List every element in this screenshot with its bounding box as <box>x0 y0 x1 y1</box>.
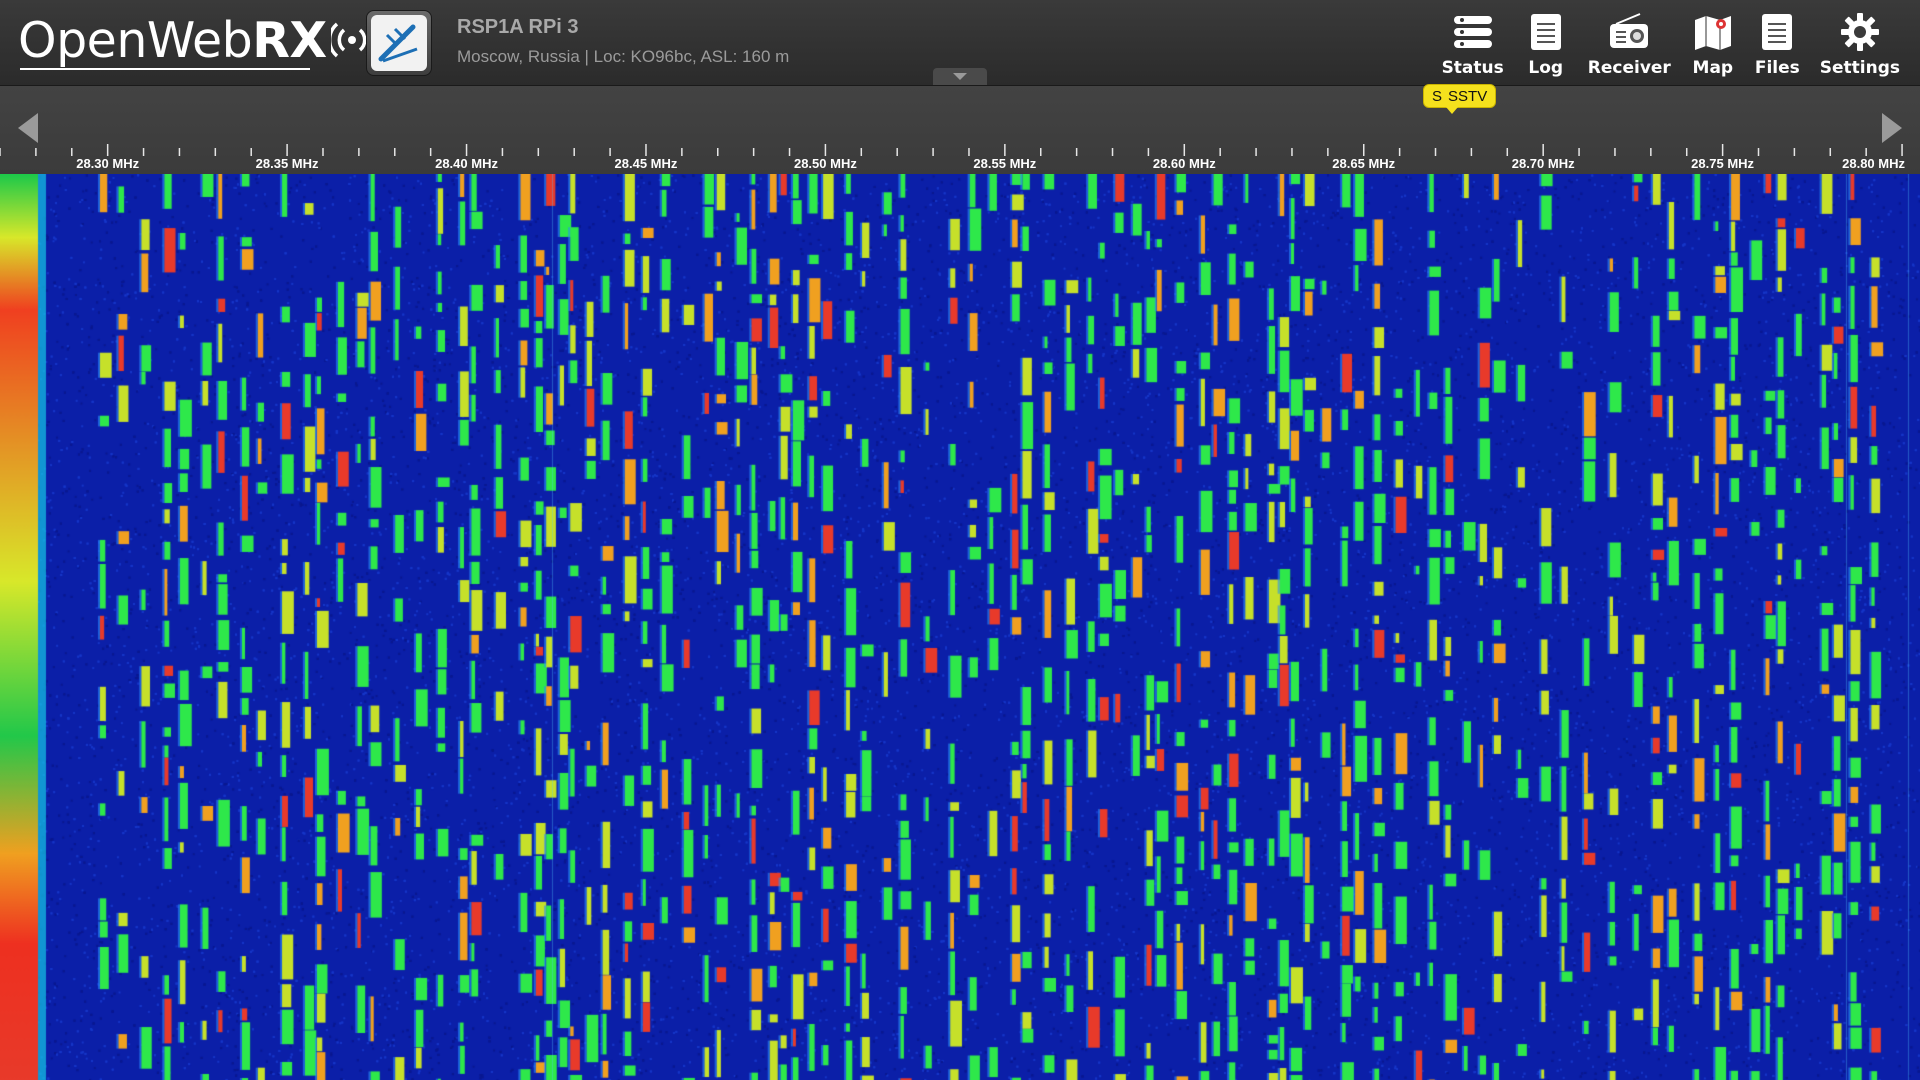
antenna-icon <box>378 24 418 63</box>
frequency-ticks: 28.30 MHz 28.35 MHz 28.40 MHz 28.45 MHz 28.5… <box>0 144 1905 171</box>
receiver-avatar[interactable] <box>366 10 432 76</box>
settings-icon <box>1840 13 1879 51</box>
nav-files-button[interactable]: Files <box>1745 6 1810 82</box>
nav-receiver-label: Receiver <box>1587 58 1671 78</box>
nav-map-label: Map <box>1692 58 1734 78</box>
bookmark-label: SSTV <box>1448 87 1488 105</box>
frequency-label: 28.30 MHz <box>76 156 139 171</box>
receiver-icon <box>1610 13 1649 48</box>
receiver-name: RSP1A RPi 3 <box>457 16 579 38</box>
bookmark-prefix: S <box>1432 87 1443 105</box>
receiver-description: Moscow, Russia | Loc: KO96bc, ASL: 160 m <box>457 47 790 66</box>
map-icon <box>1694 16 1731 50</box>
frequency-label: 28.35 MHz <box>256 156 319 171</box>
nav-status-button[interactable]: Status <box>1432 6 1514 82</box>
frequency-label: 28.40 MHz <box>435 156 498 171</box>
main-navigation: Status Log Receiver Map Files Settings <box>1432 6 1910 82</box>
log-icon <box>1530 14 1561 50</box>
frequency-label: 28.65 MHz <box>1332 156 1395 171</box>
frequency-label: 28.80 MHz <box>1842 156 1905 171</box>
nav-log-button[interactable]: Log <box>1514 6 1578 82</box>
nav-log-label: Log <box>1528 58 1564 78</box>
bookmark-sstv[interactable]: S SSTV <box>1423 84 1497 114</box>
chevron-down-icon <box>953 72 967 80</box>
frequency-label: 28.50 MHz <box>794 156 857 171</box>
expand-details-button[interactable] <box>933 68 987 85</box>
frequency-label: 28.70 MHz <box>1512 156 1575 171</box>
top-bar: OpenWebRX RSP1A RPi 3 Moscow, Russia | L… <box>0 0 1920 86</box>
status-icon <box>1453 16 1492 48</box>
frequency-label: 28.55 MHz <box>973 156 1036 171</box>
nav-files-label: Files <box>1754 58 1800 78</box>
waterfall-display[interactable] <box>0 174 1920 1080</box>
frequency-label: 28.45 MHz <box>615 156 678 171</box>
logo-text-regular: OpenWeb <box>18 11 253 69</box>
openwebrx-logo[interactable]: OpenWebRX <box>18 11 373 69</box>
frequency-scale[interactable]: 28.30 MHz 28.35 MHz 28.40 MHz 28.45 MHz 28.5… <box>0 86 1920 174</box>
nav-status-label: Status <box>1441 58 1504 78</box>
files-icon <box>1762 14 1793 50</box>
logo-text-bold: RX <box>252 11 327 69</box>
nav-map-button[interactable]: Map <box>1681 6 1745 82</box>
frequency-label: 28.75 MHz <box>1691 156 1754 171</box>
frequency-label: 28.60 MHz <box>1153 156 1216 171</box>
nav-settings-button[interactable]: Settings <box>1810 6 1910 82</box>
logo-underline <box>20 68 310 70</box>
nav-settings-label: Settings <box>1819 58 1900 78</box>
nav-receiver-button[interactable]: Receiver <box>1578 6 1681 82</box>
